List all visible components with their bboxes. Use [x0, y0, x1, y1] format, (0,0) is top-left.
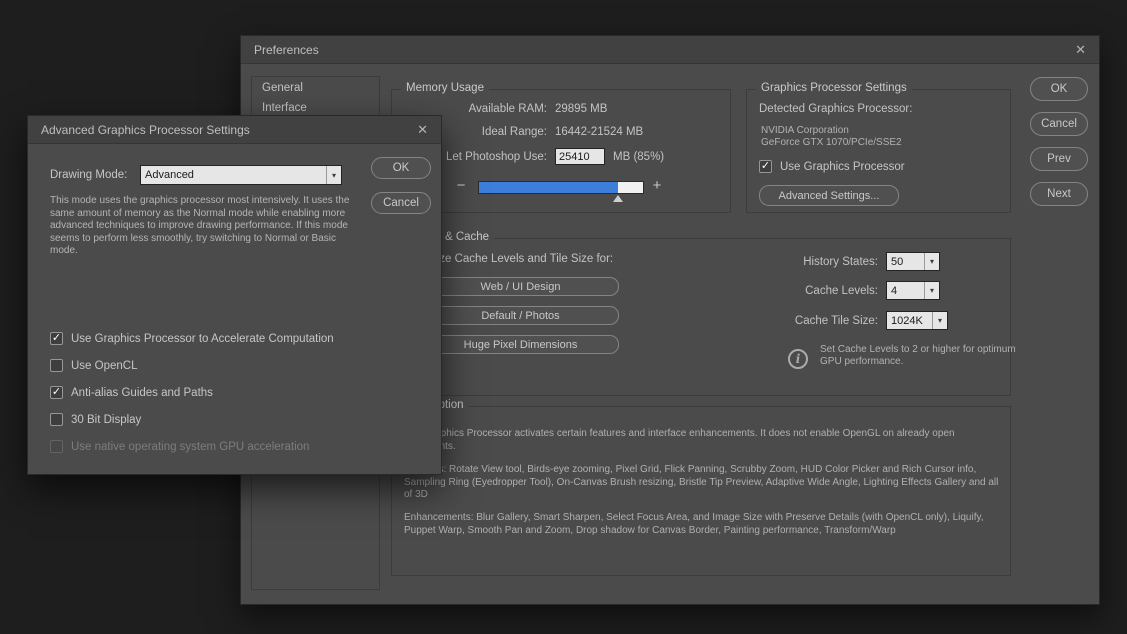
preferences-titlebar[interactable]: Preferences ✕ — [241, 36, 1099, 64]
preferences-title: Preferences — [254, 42, 319, 57]
drawing-mode-description: This mode uses the graphics processor mo… — [50, 195, 350, 257]
cache-levels-row: Cache Levels: 4 ▾ — [712, 281, 940, 300]
memory-slider-fill — [479, 182, 619, 193]
chevron-down-icon: ▾ — [924, 253, 939, 270]
description-paragraph-3: Enhancements: Blur Gallery, Smart Sharpe… — [404, 512, 984, 536]
info-icon: i — [788, 349, 808, 369]
memory-amount-suffix: MB (85%) — [613, 150, 665, 163]
graphics-processor-section-title: Graphics Processor Settings — [756, 82, 912, 94]
chevron-down-icon: ▾ — [326, 166, 341, 184]
prev-button[interactable]: Prev — [1030, 147, 1088, 171]
gpu-accelerate-checkbox[interactable]: ✓ — [50, 332, 63, 345]
opencl-checkbox[interactable]: ✓ — [50, 359, 63, 372]
cancel-button[interactable]: Cancel — [1030, 112, 1088, 136]
history-cache-section: History & Cache Optimize Cache Levels an… — [391, 231, 1016, 396]
available-ram-value: 29895 MB — [555, 103, 608, 115]
cache-levels-label: Cache Levels: — [805, 284, 878, 297]
advanced-ok-button[interactable]: OK — [371, 157, 431, 179]
use-graphics-processor-checkbox-row[interactable]: ✓ Use Graphics Processor — [759, 160, 905, 173]
drawing-mode-dropdown[interactable]: Advanced ▾ — [140, 165, 342, 185]
preset-default-photos-button[interactable]: Default / Photos — [422, 306, 619, 325]
sidebar-item-interface[interactable]: Interface — [252, 97, 379, 117]
native-gpu-checkbox: ✓ — [50, 440, 63, 453]
check-icon: ✓ — [51, 385, 62, 398]
gpu-accelerate-label: Use Graphics Processor to Accelerate Com… — [71, 332, 334, 345]
advanced-cancel-button[interactable]: Cancel — [371, 192, 431, 214]
close-icon[interactable]: ✕ — [417, 122, 428, 138]
cache-tile-size-label: Cache Tile Size: — [794, 314, 878, 327]
history-states-value: 50 — [891, 255, 904, 268]
memory-slider-row: − + — [392, 176, 730, 202]
check-icon: ✓ — [51, 331, 62, 344]
increase-memory-button[interactable]: + — [650, 177, 664, 194]
preset-huge-pixel-dimensions-button[interactable]: Huge Pixel Dimensions — [422, 335, 619, 354]
description-paragraph-1: The Graphics Processor activates certain… — [404, 428, 955, 452]
decrease-memory-button[interactable]: − — [454, 177, 468, 194]
cache-tile-size-row: Cache Tile Size: 1024K ▾ — [712, 311, 948, 330]
thirty-bit-checkbox[interactable]: ✓ — [50, 413, 63, 426]
ok-button[interactable]: OK — [1030, 77, 1088, 101]
cache-tile-size-dropdown[interactable]: 1024K ▾ — [886, 311, 948, 330]
description-paragraph-2: Features: Rotate View tool, Birds-eye zo… — [404, 464, 999, 500]
native-gpu-label: Use native operating system GPU accelera… — [71, 440, 310, 453]
cache-levels-dropdown[interactable]: 4 ▾ — [886, 281, 940, 300]
preset-web-ui-design-button[interactable]: Web / UI Design — [422, 277, 619, 296]
gpu-model: GeForce GTX 1070/PCIe/SSE2 — [761, 137, 902, 148]
memory-slider-thumb[interactable] — [613, 195, 624, 202]
memory-slider[interactable] — [478, 181, 644, 202]
antialias-label: Anti-alias Guides and Paths — [71, 386, 213, 399]
cache-levels-value: 4 — [891, 284, 898, 297]
cache-levels-tip: Set Cache Levels to 2 or higher for opti… — [820, 344, 1016, 367]
use-graphics-processor-checkbox[interactable]: ✓ — [759, 160, 772, 173]
advanced-gpu-dialog: Advanced Graphics Processor Settings ✕ D… — [27, 115, 442, 475]
checkbox-row-antialias[interactable]: ✓ Anti-alias Guides and Paths — [50, 386, 213, 399]
available-ram-row: Available RAM: 29895 MB — [392, 103, 608, 115]
available-ram-label: Available RAM: — [468, 103, 547, 115]
thirty-bit-label: 30 Bit Display — [71, 413, 142, 426]
detected-gpu-label: Detected Graphics Processor: — [759, 103, 913, 115]
desktop-background: Preferences ✕ General Interface Memory U… — [0, 0, 1127, 634]
memory-amount-input[interactable] — [555, 148, 605, 165]
antialias-checkbox[interactable]: ✓ — [50, 386, 63, 399]
checkbox-row-opencl[interactable]: ✓ Use OpenCL — [50, 359, 137, 372]
drawing-mode-value: Advanced — [145, 169, 194, 181]
checkbox-row-native-gpu: ✓ Use native operating system GPU accele… — [50, 440, 309, 453]
chevron-down-icon: ▾ — [932, 312, 947, 329]
advanced-settings-button[interactable]: Advanced Settings... — [759, 185, 899, 206]
description-section: Description The Graphics Processor activ… — [391, 399, 1011, 576]
history-states-row: History States: 50 ▾ — [712, 252, 940, 271]
history-states-label: History States: — [803, 255, 878, 268]
checkbox-row-gpu-accelerate[interactable]: ✓ Use Graphics Processor to Accelerate C… — [50, 332, 334, 345]
drawing-mode-label: Drawing Mode: — [50, 169, 128, 181]
advanced-gpu-title: Advanced Graphics Processor Settings — [41, 122, 250, 137]
history-states-dropdown[interactable]: 50 ▾ — [886, 252, 940, 271]
next-button[interactable]: Next — [1030, 182, 1088, 206]
check-icon: ✓ — [760, 159, 771, 172]
cache-tile-size-value: 1024K — [891, 314, 923, 327]
close-icon[interactable]: ✕ — [1075, 42, 1086, 58]
sidebar-item-general[interactable]: General — [252, 77, 379, 97]
memory-usage-section-title: Memory Usage — [401, 82, 489, 94]
ideal-range-value: 16442-21524 MB — [555, 126, 644, 138]
gpu-vendor: NVIDIA Corporation — [761, 125, 849, 136]
chevron-down-icon: ▾ — [924, 282, 939, 299]
opencl-label: Use OpenCL — [71, 359, 138, 372]
memory-usage-section: Memory Usage Available RAM: 29895 MB Ide… — [391, 82, 731, 213]
use-graphics-processor-label: Use Graphics Processor — [780, 160, 905, 173]
advanced-gpu-titlebar[interactable]: Advanced Graphics Processor Settings ✕ — [28, 116, 441, 144]
graphics-processor-section: Graphics Processor Settings Detected Gra… — [746, 82, 1011, 213]
checkbox-row-30bit[interactable]: ✓ 30 Bit Display — [50, 413, 141, 426]
